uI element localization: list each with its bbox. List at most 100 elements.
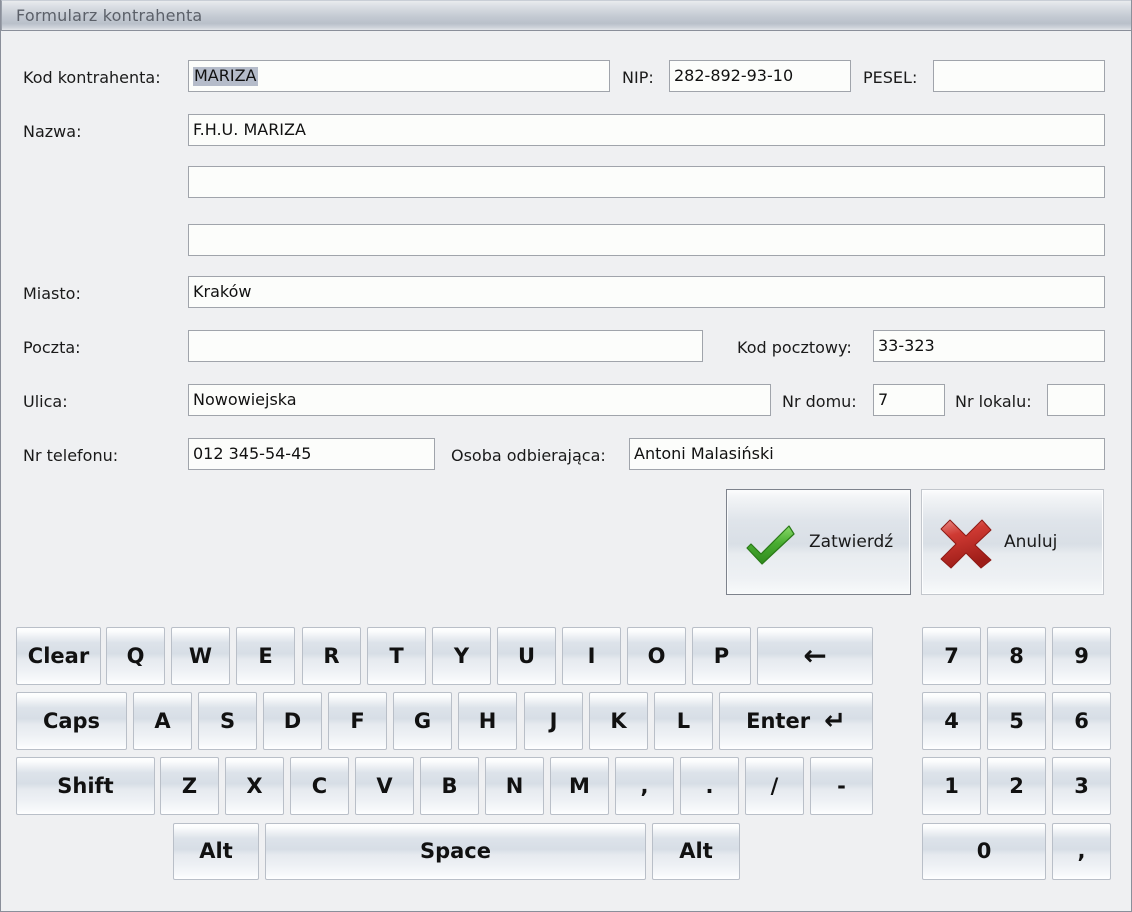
key-caps[interactable]: Caps [16,692,127,750]
key-label: - [837,773,846,798]
key-label: D [283,708,302,733]
key-enter[interactable]: Enter ↵ [719,692,873,750]
key-label: P [713,643,730,668]
key-label: Shift [57,773,114,798]
key-u[interactable]: U [497,627,556,685]
key-label: U [517,643,536,668]
key-label: B [441,773,458,798]
key-label: F [350,708,365,733]
key-label: Enter [746,708,811,733]
key-period[interactable]: . [680,757,739,815]
key-label: Y [453,643,470,668]
key-label: N [505,773,524,798]
key-f[interactable]: F [328,692,387,750]
numpad-key-6[interactable]: 6 [1052,692,1111,750]
key-a[interactable]: A [133,692,192,750]
key-q[interactable]: Q [106,627,165,685]
key-slash[interactable]: / [745,757,804,815]
numpad-key-8[interactable]: 8 [987,627,1046,685]
key-label: I [587,643,596,668]
key-g[interactable]: G [393,692,452,750]
key-label: K [610,708,627,733]
key-s[interactable]: S [198,692,257,750]
numpad-key-5[interactable]: 5 [987,692,1046,750]
key-c[interactable]: C [290,757,349,815]
key-label: , [1077,839,1086,863]
key-backspace[interactable]: ← [757,627,873,685]
key-label: 8 [1009,643,1024,668]
numpad-key-comma[interactable]: , [1052,823,1111,880]
key-label: Q [126,643,145,668]
key-r[interactable]: R [302,627,361,685]
key-t[interactable]: T [367,627,426,685]
key-label: J [549,708,558,733]
key-w[interactable]: W [171,627,230,685]
key-label: Clear [27,643,90,668]
enter-arrow-icon: ↵ [824,706,846,736]
key-d[interactable]: D [263,692,322,750]
key-alt-right[interactable]: Alt [652,823,740,880]
contractor-form-window: Formularz kontrahenta Kod kontrahenta: M… [0,0,1132,912]
key-v[interactable]: V [355,757,414,815]
key-y[interactable]: Y [432,627,491,685]
key-shift[interactable]: Shift [16,757,155,815]
key-label: E [258,643,273,668]
key-label: 4 [944,708,959,733]
key-label: L [676,708,691,733]
key-label: G [413,708,432,733]
key-label: 1 [944,773,959,798]
key-label: S [219,708,236,733]
key-k[interactable]: K [589,692,648,750]
key-label: Alt [679,839,713,863]
key-label: R [323,643,340,668]
key-label: A [154,708,171,733]
numpad-key-0[interactable]: 0 [922,823,1046,880]
numpad-key-4[interactable]: 4 [922,692,981,750]
numpad-key-1[interactable]: 1 [922,757,981,815]
key-p[interactable]: P [692,627,751,685]
key-clear[interactable]: Clear [16,627,101,685]
key-label: W [188,643,213,668]
key-label: Z [181,773,198,798]
key-label: Alt [199,839,233,863]
key-space[interactable]: Space [265,823,646,880]
key-label: 5 [1009,708,1024,733]
key-label: Space [419,839,492,863]
key-l[interactable]: L [654,692,713,750]
key-label: 9 [1074,643,1089,668]
key-b[interactable]: B [420,757,479,815]
key-label: . [705,773,714,798]
key-label: T [389,643,404,668]
key-label: 0 [976,839,992,863]
key-label: 6 [1074,708,1089,733]
key-o[interactable]: O [627,627,686,685]
key-label: O [647,643,666,668]
key-j[interactable]: J [524,692,583,750]
key-i[interactable]: I [562,627,621,685]
key-label: Caps [42,708,101,733]
key-n[interactable]: N [485,757,544,815]
key-label: / [770,773,779,798]
key-dash[interactable]: - [810,757,873,815]
numpad-key-2[interactable]: 2 [987,757,1046,815]
numpad-key-9[interactable]: 9 [1052,627,1111,685]
key-alt-left[interactable]: Alt [173,823,259,880]
key-x[interactable]: X [225,757,284,815]
key-label: H [478,708,497,733]
onscreen-keyboard: Clear Q W E R T Y U I O P ← Caps A S D F… [1,0,1131,911]
numpad-key-3[interactable]: 3 [1052,757,1111,815]
key-e[interactable]: E [236,627,295,685]
key-comma[interactable]: , [615,757,674,815]
key-label: 7 [944,643,959,668]
key-label: 3 [1074,773,1089,798]
key-label: 2 [1009,773,1024,798]
key-m[interactable]: M [550,757,609,815]
backspace-arrow-icon: ← [803,639,827,672]
numpad-key-7[interactable]: 7 [922,627,981,685]
key-label: V [376,773,393,798]
key-z[interactable]: Z [160,757,219,815]
key-label: , [640,773,649,798]
key-label: C [311,773,328,798]
key-label: M [569,773,590,798]
key-h[interactable]: H [458,692,517,750]
